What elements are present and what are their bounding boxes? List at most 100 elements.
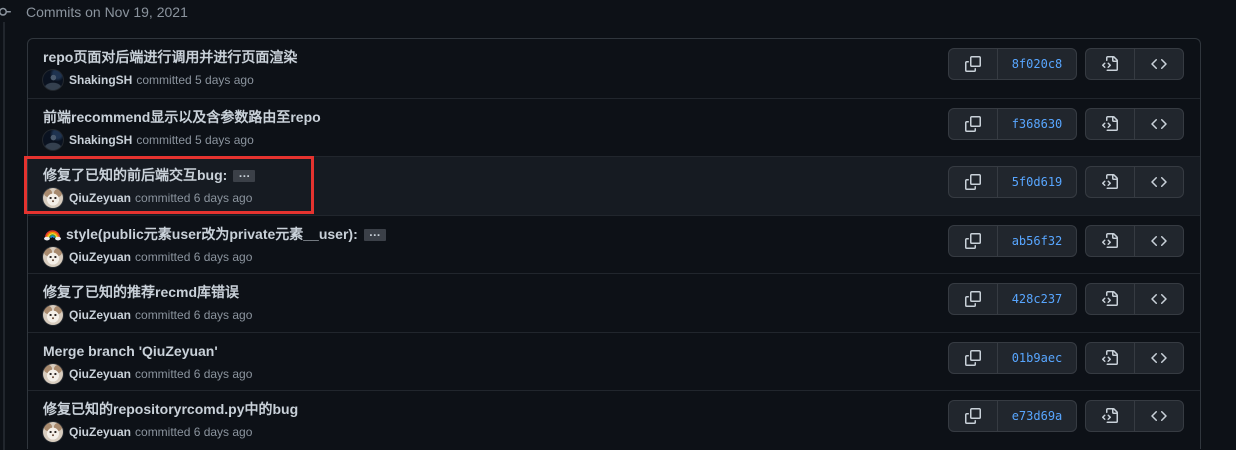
browse-files-button[interactable] [1085, 224, 1135, 257]
browse-files-button[interactable] [1085, 341, 1135, 374]
file-code-icon [1102, 291, 1118, 307]
sha-link[interactable]: 01b9aec [997, 341, 1077, 374]
commit-time: committed 6 days ago [135, 425, 253, 439]
copy-icon [965, 233, 981, 249]
sha-link[interactable]: 8f020c8 [997, 48, 1077, 80]
browse-button-group [1085, 48, 1184, 80]
avatar[interactable] [43, 70, 63, 90]
sha-button-group: 8f020c8 [948, 48, 1077, 80]
browse-files-button[interactable] [1085, 283, 1135, 315]
commit-actions: f368630 [948, 107, 1184, 140]
code-icon [1151, 174, 1167, 190]
commit-message-link[interactable]: 修复已知的repositoryrcomd.py中的bug [43, 401, 298, 417]
browse-code-button[interactable] [1134, 107, 1184, 140]
copy-icon [965, 56, 981, 72]
avatar[interactable] [43, 422, 63, 442]
commit-row: 前端recommend显示以及含参数路由至repo ShakingSH comm… [28, 97, 1200, 157]
browse-button-group [1085, 107, 1184, 140]
commit-actions: ab56f32 [948, 224, 1184, 257]
commit-row: 修复了已知的推荐recmd库错误 QiuZeyuan committed 6 d… [28, 273, 1200, 332]
browse-code-button[interactable] [1134, 166, 1184, 198]
copy-sha-button[interactable] [948, 283, 998, 315]
copy-icon [965, 291, 981, 307]
browse-code-button[interactable] [1134, 400, 1184, 432]
browse-button-group [1085, 224, 1184, 257]
avatar[interactable] [43, 363, 63, 384]
sha-button-group: f368630 [948, 107, 1077, 140]
code-icon [1151, 408, 1167, 424]
author-link[interactable]: QiuZeyuan [69, 364, 131, 384]
author-link[interactable]: QiuZeyuan [69, 305, 131, 325]
avatar[interactable] [43, 246, 63, 267]
expand-message-button[interactable]: … [233, 167, 256, 183]
commit-row: Merge branch 'QiuZeyuan' QiuZeyuan commi… [28, 331, 1200, 391]
file-code-icon [1102, 408, 1118, 424]
avatar[interactable] [43, 129, 63, 150]
commit-message-link[interactable]: Merge branch 'QiuZeyuan' [43, 343, 218, 359]
sha-button-group: 01b9aec [948, 341, 1077, 374]
copy-sha-button[interactable] [948, 48, 998, 80]
browse-files-button[interactable] [1085, 400, 1135, 432]
commit-actions: e73d69a [948, 400, 1184, 432]
copy-sha-button[interactable] [948, 107, 998, 140]
expand-message-button[interactable]: … [363, 226, 386, 241]
commit-time: committed 6 days ago [135, 308, 253, 322]
code-icon [1151, 233, 1167, 249]
commit-message-link[interactable]: 修复了已知的前后端交互bug: [43, 167, 227, 183]
file-code-icon [1102, 56, 1118, 72]
timeline-line [3, 22, 5, 450]
browse-files-button[interactable] [1085, 166, 1135, 198]
commit-row: 修复已知的repositoryrcomd.py中的bug QiuZeyuan c… [28, 390, 1200, 449]
browse-files-button[interactable] [1085, 107, 1135, 140]
sha-link[interactable]: f368630 [997, 107, 1077, 140]
code-icon [1151, 56, 1167, 72]
commit-message-link[interactable]: repo页面对后端进行调用并进行页面渲染 [43, 49, 297, 65]
rainbow-emoji-icon [44, 225, 61, 242]
browse-button-group [1085, 400, 1184, 432]
copy-icon [965, 408, 981, 424]
code-icon [1151, 116, 1167, 132]
commit-message-link[interactable]: 修复了已知的推荐recmd库错误 [43, 284, 239, 300]
avatar[interactable] [43, 188, 63, 208]
browse-files-button[interactable] [1085, 48, 1135, 80]
commit-message-link[interactable]: style(public元素user改为private元素__user): [66, 226, 358, 242]
sha-link[interactable]: 5f0d619 [997, 166, 1077, 198]
sha-link[interactable]: 428c237 [997, 283, 1077, 315]
commit-row: 修复了已知的前后端交互bug: … QiuZeyuan committed 6 d… [28, 156, 1200, 215]
commit-actions: 01b9aec [948, 341, 1184, 374]
author-link[interactable]: ShakingSH [69, 70, 132, 90]
commit-group-title: Commits on Nov 19, 2021 [26, 4, 188, 20]
browse-code-button[interactable] [1134, 341, 1184, 374]
author-link[interactable]: QiuZeyuan [69, 188, 131, 208]
copy-icon [965, 174, 981, 190]
avatar[interactable] [43, 305, 63, 325]
copy-icon [965, 116, 981, 132]
commit-list: repo页面对后端进行调用并进行页面渲染 ShakingSH committed… [27, 38, 1201, 449]
commit-actions: 428c237 [948, 283, 1184, 315]
sha-button-group: ab56f32 [948, 224, 1077, 257]
browse-button-group [1085, 341, 1184, 374]
commit-time: committed 5 days ago [136, 132, 254, 147]
sha-button-group: e73d69a [948, 400, 1077, 432]
copy-sha-button[interactable] [948, 224, 998, 257]
commit-message-link[interactable]: 前端recommend显示以及含参数路由至repo [43, 109, 321, 125]
copy-sha-button[interactable] [948, 400, 998, 432]
commit-time: committed 6 days ago [135, 249, 253, 264]
author-link[interactable]: ShakingSH [69, 130, 132, 150]
browse-button-group [1085, 166, 1184, 198]
sha-link[interactable]: ab56f32 [997, 224, 1077, 257]
browse-code-button[interactable] [1134, 283, 1184, 315]
copy-sha-button[interactable] [948, 166, 998, 198]
copy-sha-button[interactable] [948, 341, 998, 374]
browse-code-button[interactable] [1134, 48, 1184, 80]
browse-code-button[interactable] [1134, 224, 1184, 257]
file-code-icon [1102, 116, 1118, 132]
code-icon [1151, 350, 1167, 366]
sha-link[interactable]: e73d69a [997, 400, 1077, 432]
commit-row: style(public元素user改为private元素__user): … Q… [28, 214, 1200, 274]
author-link[interactable]: QiuZeyuan [69, 247, 131, 267]
git-commit-icon [0, 7, 11, 16]
author-link[interactable]: QiuZeyuan [69, 422, 131, 442]
commit-time: committed 6 days ago [135, 366, 253, 381]
file-code-icon [1102, 350, 1118, 366]
